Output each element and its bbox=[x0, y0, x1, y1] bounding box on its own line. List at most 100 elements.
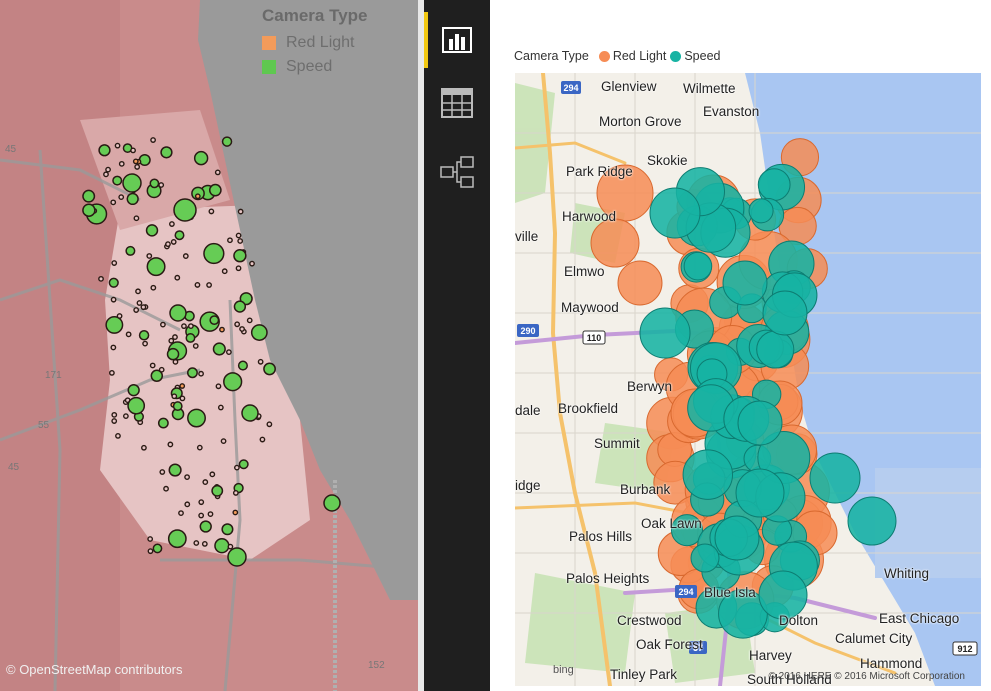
speed-bubble[interactable] bbox=[682, 449, 734, 500]
camera-marker[interactable] bbox=[187, 408, 206, 428]
camera-marker[interactable] bbox=[174, 230, 185, 241]
camera-marker[interactable] bbox=[263, 362, 276, 376]
camera-marker[interactable] bbox=[135, 288, 141, 295]
camera-marker[interactable] bbox=[170, 239, 177, 245]
camera-marker[interactable] bbox=[146, 257, 166, 277]
camera-marker[interactable] bbox=[259, 436, 266, 443]
camera-marker[interactable] bbox=[130, 147, 136, 154]
camera-marker[interactable] bbox=[181, 323, 187, 330]
camera-marker[interactable] bbox=[138, 153, 151, 167]
camera-marker[interactable] bbox=[185, 333, 196, 343]
camera-marker[interactable] bbox=[122, 413, 129, 420]
speed-bubble[interactable] bbox=[809, 452, 861, 504]
speed-bubble[interactable] bbox=[722, 260, 768, 306]
camera-marker[interactable] bbox=[233, 464, 240, 471]
camera-marker[interactable] bbox=[171, 393, 178, 400]
camera-marker[interactable] bbox=[109, 370, 115, 376]
camera-marker[interactable] bbox=[217, 404, 224, 411]
speed-bubble[interactable] bbox=[762, 290, 808, 336]
camera-marker[interactable] bbox=[198, 370, 204, 377]
data-view-button[interactable] bbox=[432, 78, 482, 128]
camera-marker[interactable] bbox=[127, 396, 146, 415]
camera-marker[interactable] bbox=[172, 334, 178, 340]
left-map-panel[interactable]: 45 171 55 45 152 Camera Type Red Light S… bbox=[0, 0, 420, 691]
camera-marker[interactable] bbox=[184, 474, 190, 481]
speed-bubble[interactable] bbox=[683, 251, 713, 281]
camera-marker[interactable] bbox=[193, 150, 209, 166]
camera-marker[interactable] bbox=[241, 404, 259, 422]
camera-marker[interactable] bbox=[249, 260, 255, 267]
camera-marker[interactable] bbox=[179, 383, 186, 389]
right-map-visual[interactable]: 294 290 110 294 57 912 Glenview Wilmette… bbox=[515, 73, 981, 686]
camera-marker[interactable] bbox=[112, 175, 123, 186]
camera-marker[interactable] bbox=[237, 238, 244, 244]
camera-marker[interactable] bbox=[150, 369, 164, 383]
camera-marker[interactable] bbox=[152, 543, 163, 554]
camera-marker[interactable] bbox=[149, 178, 160, 189]
camera-marker[interactable] bbox=[125, 331, 132, 338]
camera-marker[interactable] bbox=[168, 463, 182, 477]
camera-marker[interactable] bbox=[110, 199, 117, 206]
camera-marker[interactable] bbox=[134, 164, 141, 170]
speed-bubble[interactable] bbox=[714, 515, 760, 561]
camera-marker[interactable] bbox=[237, 208, 244, 215]
camera-marker[interactable] bbox=[199, 520, 212, 533]
camera-marker[interactable] bbox=[150, 137, 156, 143]
camera-marker[interactable] bbox=[138, 329, 150, 341]
report-view-button[interactable] bbox=[432, 15, 482, 65]
camera-marker[interactable] bbox=[172, 401, 183, 412]
camera-marker[interactable] bbox=[133, 215, 140, 222]
camera-marker[interactable] bbox=[198, 512, 205, 519]
camera-marker[interactable] bbox=[207, 511, 214, 517]
camera-marker[interactable] bbox=[201, 540, 208, 547]
camera-marker[interactable] bbox=[127, 383, 140, 397]
camera-marker[interactable] bbox=[122, 173, 142, 193]
camera-marker[interactable] bbox=[110, 344, 117, 351]
camera-marker[interactable] bbox=[146, 253, 153, 259]
camera-marker[interactable] bbox=[178, 510, 184, 516]
camera-marker[interactable] bbox=[167, 441, 174, 448]
camera-marker[interactable] bbox=[227, 547, 247, 567]
camera-marker[interactable] bbox=[209, 471, 216, 478]
camera-marker[interactable] bbox=[194, 282, 201, 288]
camera-marker[interactable] bbox=[192, 343, 199, 349]
camera-marker[interactable] bbox=[111, 260, 118, 266]
camera-marker[interactable] bbox=[118, 194, 125, 201]
camera-marker[interactable] bbox=[196, 444, 203, 451]
camera-marker[interactable] bbox=[169, 221, 175, 227]
camera-marker[interactable] bbox=[165, 241, 171, 248]
camera-marker[interactable] bbox=[234, 321, 241, 328]
camera-marker[interactable] bbox=[214, 169, 221, 176]
camera-marker[interactable] bbox=[257, 358, 264, 365]
camera-marker[interactable] bbox=[147, 536, 154, 542]
camera-marker[interactable] bbox=[219, 326, 225, 333]
camera-marker[interactable] bbox=[111, 418, 118, 424]
camera-marker[interactable] bbox=[235, 265, 242, 272]
camera-marker[interactable] bbox=[118, 160, 125, 167]
camera-marker[interactable] bbox=[114, 142, 121, 149]
camera-marker[interactable] bbox=[82, 189, 96, 203]
speed-bubble[interactable] bbox=[735, 468, 785, 518]
camera-marker[interactable] bbox=[110, 296, 117, 303]
camera-marker[interactable] bbox=[159, 469, 166, 475]
camera-marker[interactable] bbox=[126, 192, 139, 206]
speed-bubble[interactable] bbox=[757, 168, 791, 202]
camera-marker[interactable] bbox=[238, 459, 249, 470]
camera-marker[interactable] bbox=[203, 242, 225, 265]
camera-marker[interactable] bbox=[239, 326, 245, 332]
red-light-bubble[interactable] bbox=[590, 218, 640, 268]
camera-marker[interactable] bbox=[142, 340, 148, 347]
camera-marker[interactable] bbox=[145, 224, 159, 237]
speed-bubble[interactable] bbox=[756, 330, 795, 369]
camera-marker[interactable] bbox=[206, 282, 212, 288]
camera-marker[interactable] bbox=[157, 417, 169, 429]
camera-marker[interactable] bbox=[133, 307, 140, 313]
camera-marker[interactable] bbox=[233, 300, 247, 313]
speed-bubble[interactable] bbox=[639, 307, 691, 359]
camera-marker[interactable] bbox=[168, 337, 175, 344]
camera-marker[interactable] bbox=[220, 438, 227, 445]
right-legend-label-red-light[interactable]: Red Light bbox=[613, 49, 667, 63]
camera-marker[interactable] bbox=[187, 367, 198, 379]
camera-marker[interactable] bbox=[136, 300, 143, 306]
camera-marker[interactable] bbox=[202, 479, 209, 485]
